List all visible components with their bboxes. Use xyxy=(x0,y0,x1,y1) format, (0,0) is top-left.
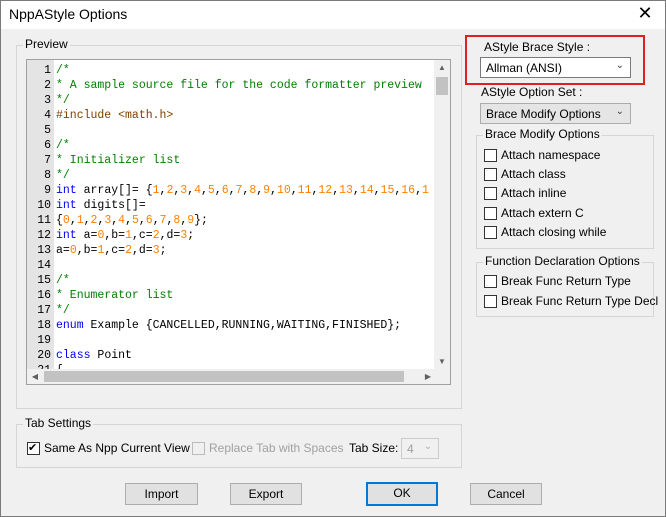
preview-label: Preview xyxy=(23,37,70,51)
code-text: * Enumerator list xyxy=(56,289,174,302)
chevron-down-icon: ⌄ xyxy=(615,106,624,117)
line-number: 8 xyxy=(44,169,51,182)
code-text: /* xyxy=(56,274,70,287)
option-set-select[interactable]: Brace Modify Options ⌄ xyxy=(480,103,631,124)
line-number: 3 xyxy=(44,94,51,107)
window-title: NppAStyle Options xyxy=(9,6,128,22)
code-text: /* xyxy=(56,139,70,152)
code-text: int digits[]= xyxy=(56,199,146,212)
line-number: 17 xyxy=(37,304,51,317)
code-text: {0,1,2,3,4,5,6,7,8,9}; xyxy=(56,214,208,227)
close-icon[interactable]: ✕ xyxy=(635,5,655,25)
checkbox-label: Attach inline xyxy=(501,186,567,200)
horizontal-scrollbar[interactable]: ◀ ▶ xyxy=(27,369,436,384)
checkbox-box[interactable] xyxy=(484,207,497,220)
code-text: enum Example {CANCELLED,RUNNING,WAITING,… xyxy=(56,319,402,332)
function-declaration-group: Function Declaration Options xyxy=(476,254,654,317)
line-number: 19 xyxy=(37,334,51,347)
checkbox-label: Break Func Return Type xyxy=(501,274,631,288)
code-text: * A sample source file for the code form… xyxy=(56,79,422,92)
line-number: 2 xyxy=(44,79,51,92)
line-number: 9 xyxy=(44,184,51,197)
checkbox-box[interactable] xyxy=(27,441,40,455)
line-number: 14 xyxy=(37,259,51,272)
checkbox-label: Replace Tab with Spaces xyxy=(209,441,344,455)
checkbox-box[interactable] xyxy=(484,226,497,239)
line-number: 12 xyxy=(37,229,51,242)
scrollbar-corner xyxy=(434,369,450,384)
code-text: int a=0,b=1,c=2,d=3; xyxy=(56,229,195,242)
code-text: class Point xyxy=(56,349,132,362)
line-number: 20 xyxy=(37,349,51,362)
nppastyle-options-dialog: NppAStyle Options ✕ Preview 1 /* 2 * A samp… xyxy=(0,0,666,517)
tab-settings-label: Tab Settings xyxy=(23,416,94,430)
checkbox-box[interactable] xyxy=(484,275,497,288)
cancel-button[interactable]: Cancel xyxy=(470,483,542,505)
checkbox-label: Break Func Return Type Decl xyxy=(501,294,659,308)
line-number: 13 xyxy=(37,244,51,257)
function-declaration-label: Function Declaration Options xyxy=(483,254,642,268)
code-text: * Initializer list xyxy=(56,154,181,167)
scroll-left-icon[interactable]: ◀ xyxy=(27,369,43,384)
checkbox-label: Attach extern C xyxy=(501,206,584,220)
line-number: 4 xyxy=(44,109,51,122)
checkbox-box[interactable] xyxy=(192,442,205,455)
tab-size-value: 4 xyxy=(407,442,414,456)
line-number: 5 xyxy=(44,124,51,137)
export-button[interactable]: Export xyxy=(230,483,302,505)
vertical-scroll-thumb[interactable] xyxy=(436,77,448,95)
code-text: */ xyxy=(56,169,70,182)
code-text: */ xyxy=(56,94,70,107)
line-number: 10 xyxy=(37,199,51,212)
line-number: 1 xyxy=(44,64,51,77)
option-set-label: AStyle Option Set : xyxy=(481,85,583,99)
scroll-down-icon[interactable]: ▼ xyxy=(434,354,450,370)
code-text: a=0,b=1,c=2,d=3; xyxy=(56,244,167,257)
title-bar: NppAStyle Options ✕ xyxy=(1,1,665,29)
annotation-highlight-box xyxy=(465,35,645,85)
brace-modify-label: Brace Modify Options xyxy=(483,127,602,141)
code-text: int array[]= {1,2,3,4,5,6,7,8,9,10,11,12… xyxy=(56,184,429,197)
checkbox-box[interactable] xyxy=(484,149,497,162)
chevron-down-icon: ⌄ xyxy=(423,441,432,452)
import-button[interactable]: Import xyxy=(125,483,198,505)
tab-size-label: Tab Size: xyxy=(349,441,399,455)
line-number: 7 xyxy=(44,154,51,167)
code-text: #include <math.h> xyxy=(56,109,174,122)
option-set-value: Brace Modify Options xyxy=(486,107,601,121)
checkbox-label: Attach namespace xyxy=(501,148,601,162)
code-text: /* xyxy=(56,64,70,77)
ok-button[interactable]: OK xyxy=(366,482,438,506)
checkbox-label: Same As Npp Current View xyxy=(44,441,190,455)
vertical-scrollbar[interactable]: ▲ ▼ xyxy=(434,60,450,370)
checkbox-box[interactable] xyxy=(484,168,497,181)
line-number: 6 xyxy=(44,139,51,152)
checkbox-box[interactable] xyxy=(484,295,497,308)
checkbox-label: Attach class xyxy=(501,167,566,181)
checkbox-label: Attach closing while xyxy=(501,225,607,239)
horizontal-scroll-thumb[interactable] xyxy=(44,371,404,382)
scroll-up-icon[interactable]: ▲ xyxy=(434,60,450,76)
line-number: 11 xyxy=(37,214,51,227)
tab-size-select[interactable]: 4 ⌄ xyxy=(401,438,439,459)
code-text: */ xyxy=(56,304,70,317)
line-number: 18 xyxy=(37,319,51,332)
checkbox-box[interactable] xyxy=(484,187,497,200)
line-number: 16 xyxy=(37,289,51,302)
line-number: 15 xyxy=(37,274,51,287)
preview-editor[interactable]: 1 /* 2 * A sample source file for the code … xyxy=(26,59,451,385)
